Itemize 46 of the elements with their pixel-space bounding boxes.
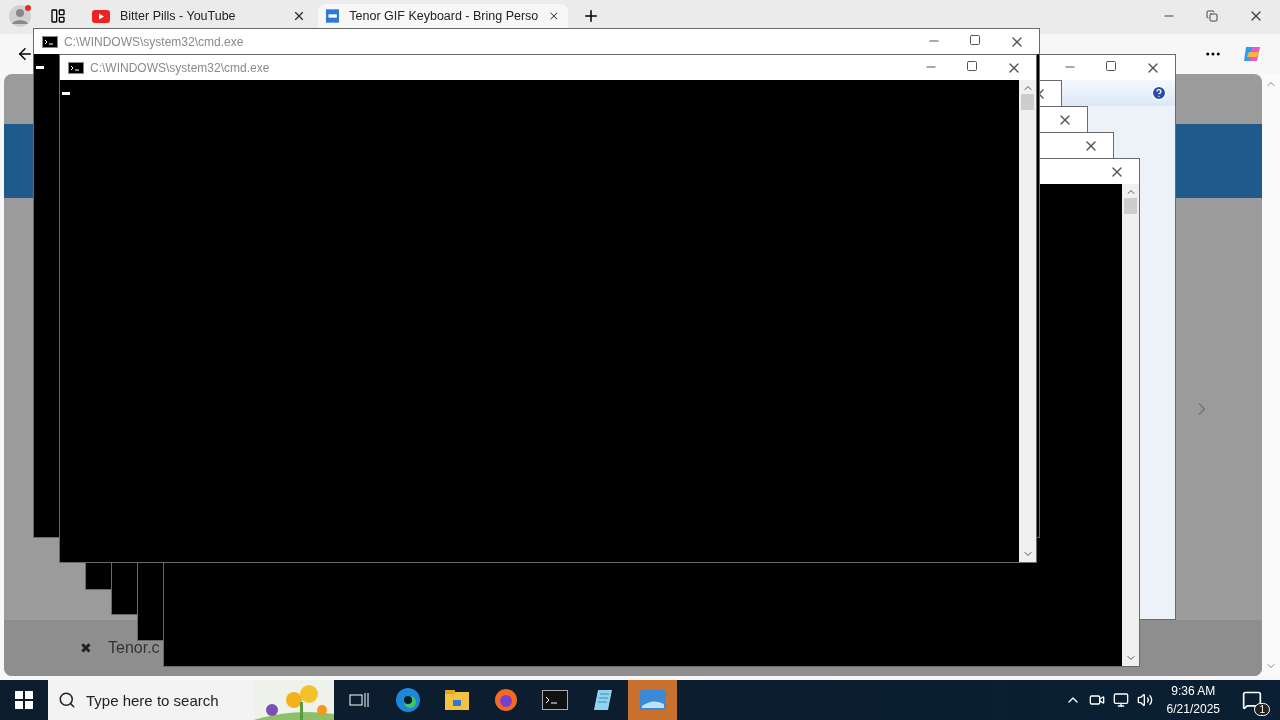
profile-icon[interactable] bbox=[8, 4, 32, 28]
site-name: Tenor.c bbox=[108, 639, 160, 657]
close-tab-icon[interactable] bbox=[292, 9, 306, 23]
clock-time: 9:36 AM bbox=[1171, 683, 1216, 700]
new-tab-icon[interactable] bbox=[582, 7, 600, 25]
console-icon bbox=[68, 61, 84, 74]
task-view-icon[interactable] bbox=[348, 691, 369, 709]
browser-tab[interactable]: Bitter Pills - YouTube bbox=[84, 4, 314, 28]
volume-icon[interactable] bbox=[1136, 692, 1153, 708]
folder-icon[interactable] bbox=[444, 690, 469, 710]
scroll-thumb[interactable] bbox=[1021, 94, 1034, 110]
back-icon[interactable] bbox=[16, 45, 34, 63]
restore-icon[interactable] bbox=[1206, 10, 1218, 22]
maximize-icon[interactable] bbox=[966, 59, 978, 72]
app-button[interactable] bbox=[628, 680, 677, 720]
scrollbar[interactable] bbox=[1019, 80, 1036, 562]
close-button[interactable]: ✖ bbox=[80, 640, 92, 656]
window-title: C:\WINDOWS\system32\cmd.exe bbox=[64, 34, 244, 49]
maximize-icon[interactable] bbox=[969, 33, 981, 46]
close-tab-icon[interactable] bbox=[548, 9, 560, 23]
clock-date: 6/21/2025 bbox=[1166, 701, 1220, 718]
console-icon bbox=[42, 35, 58, 48]
search-icon bbox=[58, 691, 76, 709]
gif-icon bbox=[326, 8, 340, 24]
clock[interactable]: 9:36 AM 6/21/2025 bbox=[1160, 682, 1226, 718]
window-title: C:\WINDOWS\system32\cmd.exe bbox=[90, 60, 270, 75]
camera-icon[interactable] bbox=[1088, 692, 1105, 708]
search-field[interactable]: Type here to search bbox=[48, 680, 334, 720]
tab-actions-icon[interactable] bbox=[50, 8, 66, 24]
firefox-icon[interactable] bbox=[493, 688, 518, 712]
notification-count: 1 bbox=[1254, 703, 1270, 716]
help-icon[interactable] bbox=[1151, 85, 1167, 101]
maximize-icon[interactable] bbox=[1105, 59, 1117, 72]
text-cursor bbox=[36, 66, 44, 69]
scroll-thumb[interactable] bbox=[1124, 198, 1137, 214]
terminal-icon[interactable] bbox=[541, 690, 568, 710]
browser-icon[interactable] bbox=[394, 687, 421, 713]
play-icon bbox=[92, 9, 110, 23]
search-placeholder: Type here to search bbox=[86, 691, 219, 709]
notifications-icon[interactable] bbox=[1242, 690, 1262, 710]
scrollbar[interactable] bbox=[1122, 184, 1139, 666]
network-icon[interactable] bbox=[1112, 692, 1129, 708]
text-cursor bbox=[62, 92, 70, 95]
browser-tab[interactable]: Tenor GIF Keyboard - Bring Perso bbox=[318, 4, 568, 28]
windows-logo-icon[interactable] bbox=[15, 691, 33, 709]
image-viewer-icon bbox=[639, 690, 666, 710]
